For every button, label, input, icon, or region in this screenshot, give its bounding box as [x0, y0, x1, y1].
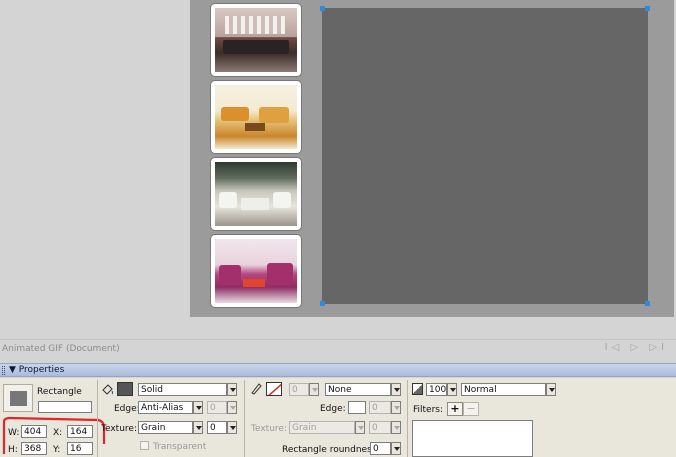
document-status-bar: Animated GIF (Document) I◁ ▷ ▷I	[0, 339, 676, 357]
stroke-type-dropdown-arrow[interactable]	[391, 383, 401, 396]
panel-grip-icon[interactable]	[2, 366, 5, 375]
resize-handle-bottom-right[interactable]	[645, 301, 650, 306]
resize-handle-top-left[interactable]	[320, 6, 325, 11]
rectangle-roundness-arrow[interactable]	[391, 442, 401, 455]
add-filter-button[interactable]: +	[447, 402, 463, 416]
resize-handle-top-right[interactable]	[645, 6, 650, 11]
stroke-edge-amount-arrow[interactable]	[391, 401, 401, 414]
fill-type-select[interactable]: Solid	[138, 383, 227, 396]
fill-color-swatch[interactable]	[117, 382, 133, 396]
stroke-texture-select[interactable]: Grain	[289, 421, 355, 434]
blend-mode-dropdown-arrow[interactable]	[546, 383, 556, 396]
fill-feather-dropdown-arrow[interactable]	[227, 401, 237, 414]
living-room-photo-2	[215, 85, 297, 149]
resize-handle-bottom-left[interactable]	[320, 301, 325, 306]
transparent-checkbox[interactable]	[140, 441, 149, 450]
panel-divider	[407, 380, 408, 457]
properties-title: ▼ Properties	[9, 365, 65, 375]
canvas-area[interactable]	[0, 0, 676, 337]
remove-filter-button[interactable]: −	[463, 402, 479, 416]
stroke-texture-amount-arrow[interactable]	[391, 421, 401, 434]
blend-mode-select[interactable]: Normal	[461, 383, 546, 396]
stroke-texture-amount-field[interactable]: 0	[369, 421, 391, 434]
rectangle-roundness-label: Rectangle roundness:	[282, 445, 380, 455]
filters-list[interactable]	[412, 420, 533, 457]
living-room-photo-3	[215, 162, 297, 226]
fill-type-dropdown-arrow[interactable]	[227, 383, 237, 396]
stroke-type-select[interactable]: None	[325, 383, 391, 396]
stroke-size-arrow[interactable]	[309, 383, 319, 396]
pencil-icon	[250, 382, 262, 395]
paint-bucket-icon	[101, 382, 114, 395]
shape-name-label: Rectangle	[37, 387, 82, 397]
image-thumbnail-4[interactable]	[211, 235, 301, 307]
rectangle-icon	[10, 391, 27, 406]
image-thumbnail-2[interactable]	[211, 81, 301, 153]
properties-panel: Rectangle W: 404 X: 164 H: 368 Y: 16 Sol…	[0, 378, 676, 457]
image-thumbnail-3[interactable]	[211, 158, 301, 230]
red-annotation-bracket	[2, 416, 106, 454]
properties-panel-header[interactable]: ▼ Properties	[0, 363, 676, 377]
opacity-field[interactable]: 100	[426, 383, 447, 396]
stroke-texture-dropdown-arrow[interactable]	[355, 421, 365, 434]
opacity-icon	[412, 383, 423, 395]
fill-edge-select[interactable]: Anti-Alias	[138, 401, 193, 414]
fill-texture-amount-field[interactable]: 0	[207, 421, 227, 434]
stroke-edge-swatch[interactable]	[348, 401, 366, 414]
fill-texture-label: Texture:	[101, 424, 137, 434]
filters-label: Filters:	[413, 405, 444, 415]
rectangle-roundness-field[interactable]: 0	[370, 442, 391, 455]
shape-name-field[interactable]	[38, 401, 92, 413]
fill-edge-label: Edge:	[114, 404, 140, 414]
fill-texture-amount-arrow[interactable]	[227, 421, 237, 434]
living-room-photo-4	[215, 239, 297, 303]
stroke-edge-amount-field[interactable]: 0	[369, 401, 391, 414]
image-thumbnail-1[interactable]	[211, 4, 301, 76]
panel-divider	[97, 380, 98, 457]
stroke-size-field[interactable]: 0	[289, 383, 309, 396]
panel-divider	[244, 380, 245, 457]
living-room-photo-1	[215, 8, 297, 72]
stroke-color-swatch[interactable]	[266, 382, 282, 396]
fill-texture-select[interactable]: Grain	[138, 421, 193, 434]
fill-edge-dropdown-arrow[interactable]	[193, 401, 203, 414]
frame-navigation-controls[interactable]: I◁ ▷ ▷I	[605, 342, 668, 353]
selected-rectangle[interactable]	[322, 8, 648, 304]
transparent-label: Transparent	[153, 442, 207, 452]
fill-texture-dropdown-arrow[interactable]	[193, 421, 203, 434]
document-title: Animated GIF (Document)	[2, 344, 120, 354]
fill-feather-field[interactable]: 0	[207, 401, 227, 414]
stroke-texture-label: Texture:	[251, 424, 287, 434]
shape-preview	[3, 384, 33, 412]
opacity-dropdown-arrow[interactable]	[447, 383, 457, 396]
stroke-edge-label: Edge:	[320, 404, 346, 414]
